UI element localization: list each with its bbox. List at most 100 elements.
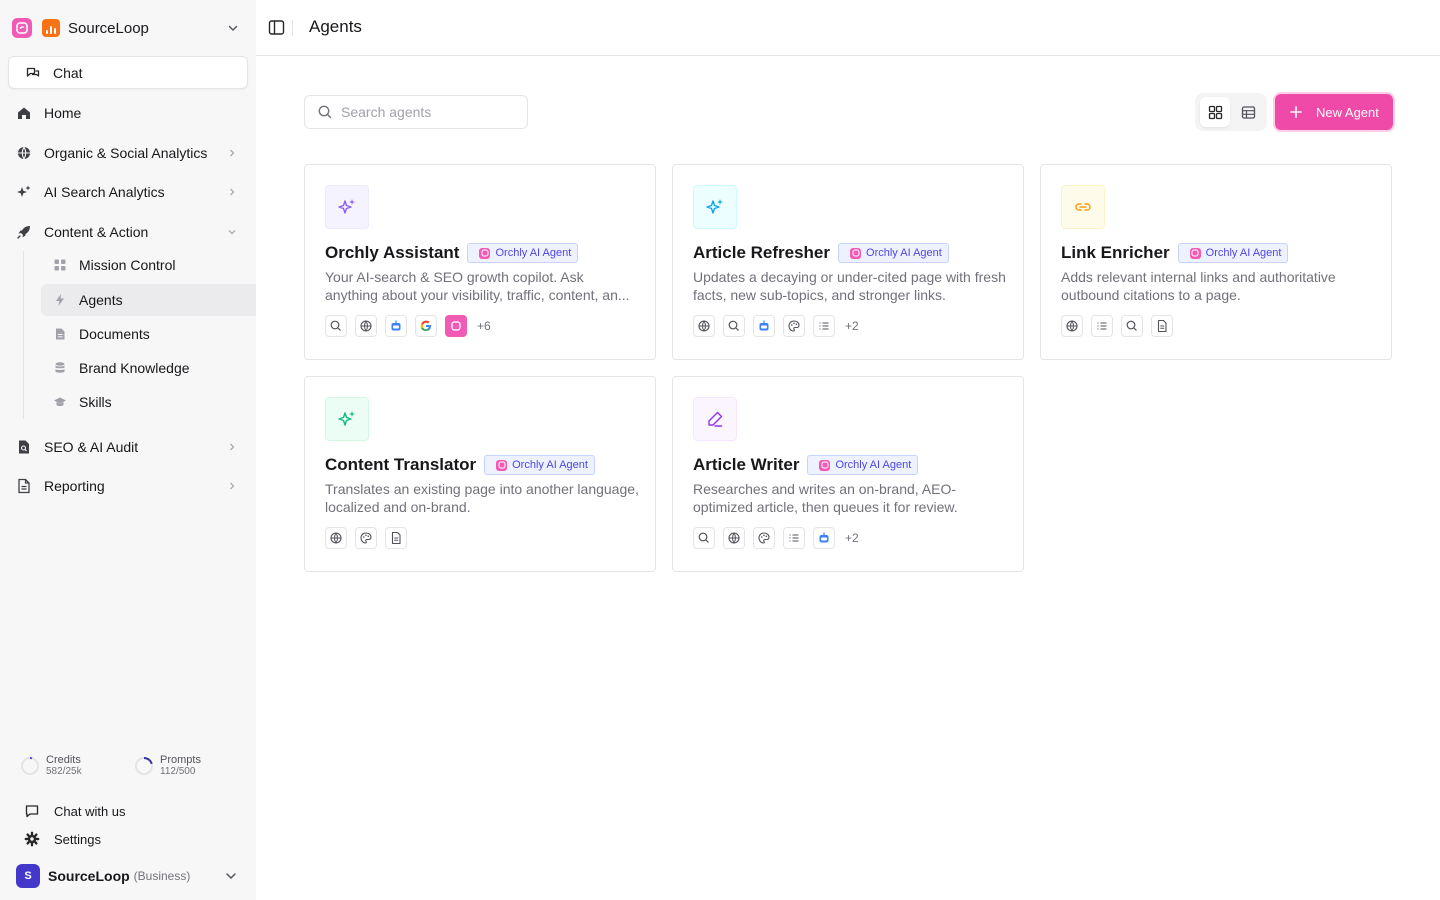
chevron-right-icon [230,443,235,451]
sidebar-item-label: Home [44,105,82,121]
view-toggle [1195,93,1267,131]
agent-card-content-translator[interactable]: Content Translator Orchly AI Agent Trans… [304,376,656,572]
google-tool-icon [415,315,437,337]
workspace-name: SourceLoop [68,19,149,37]
sidebar-item-organic-social-analytics[interactable]: Organic & Social Analytics [8,137,248,169]
agent-card-link-enricher[interactable]: Link Enricher Orchly AI Agent Adds relev… [1040,164,1392,360]
graduation-cap-icon [53,395,67,409]
submenu-guide-line [23,251,24,419]
palette-tool-icon [355,527,377,549]
chat-button[interactable]: Chat [8,56,248,89]
sparkles-icon [16,184,32,200]
sidebar-item-label: Organic & Social Analytics [44,145,208,161]
chevron-down-icon [228,25,238,31]
search-tool-icon [723,315,745,337]
list-tool-icon [783,527,805,549]
sidebar-item-agents[interactable]: Agents [41,284,256,316]
sidebar-item-content-action[interactable]: Content & Action [8,216,248,248]
database-icon [53,361,67,375]
topbar: Agents [256,0,1440,56]
search-box[interactable] [304,95,528,129]
agent-tools: +2 [693,315,859,337]
table-view-button[interactable] [1233,97,1263,127]
agent-tools [325,527,417,549]
orchly-badge-logo-icon [819,459,831,471]
document-tool-icon [385,527,407,549]
settings-link[interactable]: Settings [24,829,101,849]
plus-icon [1290,106,1302,118]
prompts-label: Prompts [160,754,201,766]
agent-description: Researches and writes an on-brand, AEO-o… [693,481,958,515]
sidebar-toggle-icon[interactable] [268,19,285,36]
globe-tool-icon [325,527,347,549]
page-title: Agents [309,17,362,36]
rocket-icon [16,224,32,240]
settings-label: Settings [54,831,101,847]
new-agent-label: New Agent [1316,104,1379,120]
prompts-ring-icon [135,756,153,775]
agent-tools [1061,315,1183,337]
sidebar-item-seo-ai-audit[interactable]: SEO & AI Audit [8,431,248,463]
globe-tool-icon [355,315,377,337]
chat-button-label: Chat [53,64,83,81]
grid-view-button[interactable] [1200,97,1230,127]
search-icon [318,105,332,119]
sidebar-item-label: Skills [79,394,112,410]
table-view-icon [1241,105,1255,119]
account-switcher[interactable]: S SourceLoop (Business) [16,864,244,888]
search-input[interactable] [341,104,511,120]
sparkles-icon [338,199,355,214]
agent-badge: Orchly AI Agent [807,455,919,475]
header-divider [292,20,293,36]
chat-with-us-label: Chat with us [54,803,126,819]
sidebar-item-ai-search-analytics[interactable]: AI Search Analytics [8,176,248,208]
sidebar-item-brand-knowledge[interactable]: Brand Knowledge [41,352,256,384]
grid-view-icon [1208,105,1222,119]
agent-avatar [1061,185,1105,229]
sidebar-item-label: AI Search Analytics [44,184,165,200]
search-tool-icon [693,527,715,549]
agent-badge-label: Orchly AI Agent [495,247,572,259]
sidebar-item-mission-control[interactable]: Mission Control [41,249,256,281]
globe-tool-icon [1061,315,1083,337]
link-icon [1075,203,1091,211]
prompts-value: 112/500 [160,766,196,777]
chevron-down-icon [228,230,236,235]
agent-badge: Orchly AI Agent [467,243,579,263]
sparkles-icon [706,199,723,214]
document-icon [53,327,67,341]
sidebar-item-skills[interactable]: Skills [41,386,256,418]
agent-card-orchly-assistant[interactable]: Orchly Assistant Orchly AI Agent Your AI… [304,164,656,360]
workspace-logo-icon [42,19,60,37]
sidebar-item-reporting[interactable]: Reporting [8,470,248,502]
agent-avatar [325,185,369,229]
agent-card-article-refresher[interactable]: Article Refresher Orchly AI Agent Update… [672,164,1024,360]
workspace-switcher[interactable]: SourceLoop [12,16,244,40]
chat-with-us-link[interactable]: Chat with us [24,801,126,821]
search-tool-icon [1121,315,1143,337]
agent-badge-label: Orchly AI Agent [835,459,912,471]
sidebar-item-label: Agents [79,292,123,308]
list-tool-icon [813,315,835,337]
sidebar-item-label: Content & Action [44,224,149,240]
account-name: SourceLoop [48,868,130,884]
agent-avatar [693,185,737,229]
orchly-badge-logo-icon [850,247,862,259]
credits-usage: Credits 582/25k [20,754,82,778]
sidebar-item-home[interactable]: Home [8,97,248,129]
agent-avatar [693,397,737,441]
agent-description: Translates an existing page into another… [325,481,639,515]
agent-title: Article Refresher [693,243,831,262]
gear-icon [24,831,40,847]
new-agent-button[interactable]: New Agent [1275,94,1393,130]
orchly-tool-icon [445,315,467,337]
agent-badge: Orchly AI Agent [838,243,949,263]
more-tools-count: +2 [845,319,859,333]
agent-title: Content Translator [325,455,477,474]
agent-description: Your AI-search & SEO growth copilot. Ask… [325,269,630,303]
agent-card-article-writer[interactable]: Article Writer Orchly AI Agent Researche… [672,376,1024,572]
orchly-badge-logo-icon [496,459,508,471]
more-tools-count: +6 [477,319,491,333]
orchly-badge-logo-icon [479,247,491,259]
sidebar-item-documents[interactable]: Documents [41,318,256,350]
